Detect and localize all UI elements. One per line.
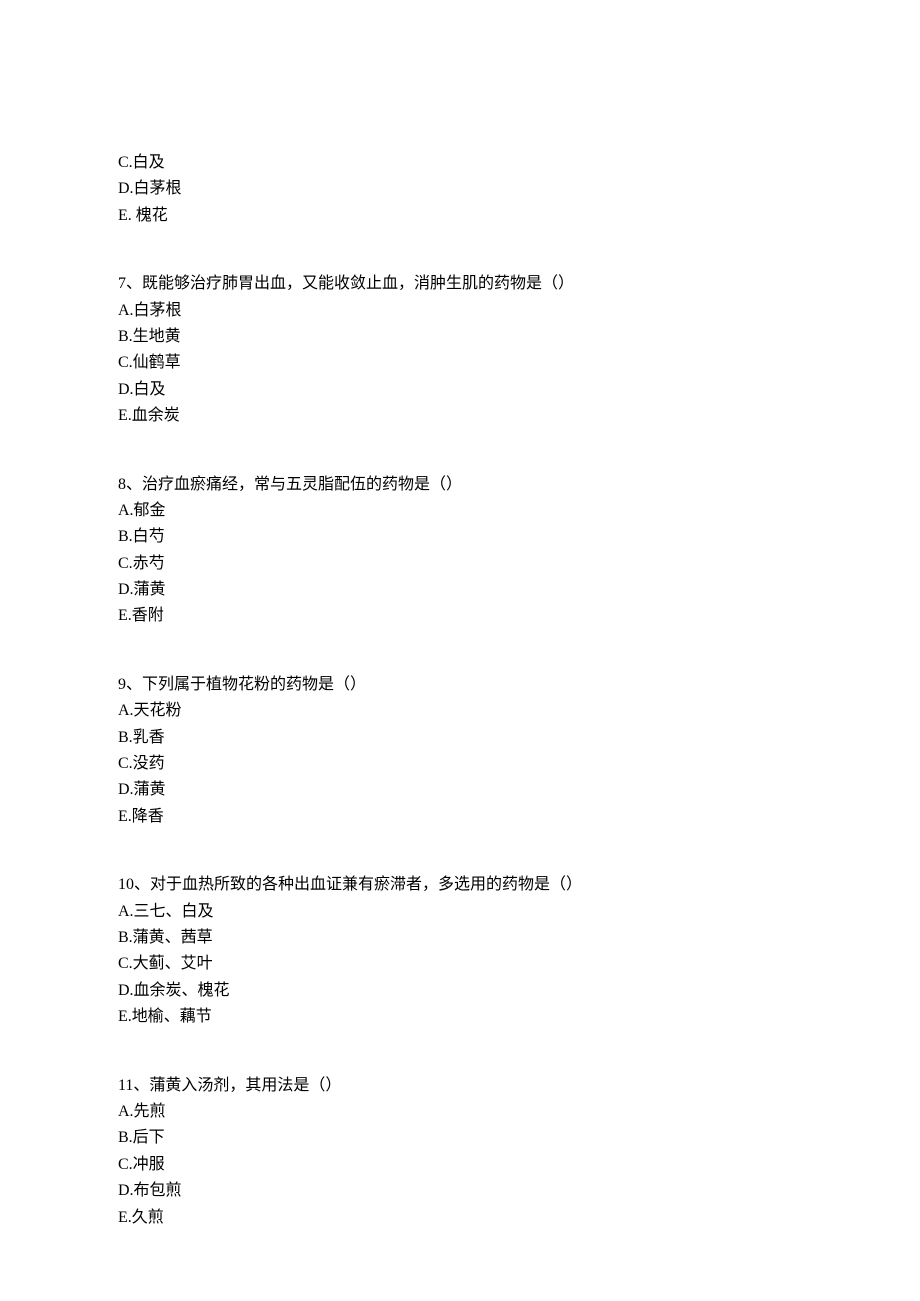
option-d: D.蒲黄: [118, 577, 802, 603]
option-c: C.冲服: [118, 1152, 802, 1178]
option-c: C.白及: [118, 150, 802, 176]
option-e: E.血余炭: [118, 403, 802, 429]
option-a: A.郁金: [118, 498, 802, 524]
residual-options-block: C.白及 D.白茅根 E. 槐花: [118, 150, 802, 229]
option-c: C.赤芍: [118, 551, 802, 577]
question-number: 8、: [118, 476, 142, 493]
question-prompt: 9、下列属于植物花粉的药物是（）: [118, 672, 802, 698]
option-a: A.三七、白及: [118, 899, 802, 925]
question-8: 8、治疗血瘀痛经，常与五灵脂配伍的药物是（） A.郁金 B.白芍 C.赤芍 D.…: [118, 472, 802, 630]
question-11: 11、蒲黄入汤剂，其用法是（） A.先煎 B.后下 C.冲服 D.布包煎 E.久…: [118, 1073, 802, 1231]
option-b: B.乳香: [118, 725, 802, 751]
question-text: 既能够治疗肺胃出血，又能收敛止血，消肿生肌的药物是（）: [142, 275, 574, 292]
option-a: A.先煎: [118, 1099, 802, 1125]
question-7: 7、既能够治疗肺胃出血，又能收敛止血，消肿生肌的药物是（） A.白茅根 B.生地…: [118, 271, 802, 429]
option-e: E.地榆、藕节: [118, 1004, 802, 1030]
option-c: C.没药: [118, 751, 802, 777]
option-d: D.蒲黄: [118, 777, 802, 803]
option-c: C.仙鹤草: [118, 350, 802, 376]
option-d: D.白及: [118, 377, 802, 403]
option-d: D.白茅根: [118, 176, 802, 202]
question-number: 7、: [118, 275, 142, 292]
option-a: A.天花粉: [118, 698, 802, 724]
question-text: 治疗血瘀痛经，常与五灵脂配伍的药物是（）: [142, 476, 462, 493]
option-b: B.后下: [118, 1125, 802, 1151]
question-text: 下列属于植物花粉的药物是（）: [142, 676, 366, 693]
option-e: E.久煎: [118, 1205, 802, 1231]
option-a: A.白茅根: [118, 298, 802, 324]
option-e: E.香附: [118, 603, 802, 629]
question-prompt: 11、蒲黄入汤剂，其用法是（）: [118, 1073, 802, 1099]
option-e: E.降香: [118, 804, 802, 830]
question-prompt: 10、对于血热所致的各种出血证兼有瘀滞者，多选用的药物是（）: [118, 872, 802, 898]
question-number: 9、: [118, 676, 142, 693]
option-b: B.白芍: [118, 524, 802, 550]
question-number: 11、: [118, 1077, 149, 1094]
option-e: E. 槐花: [118, 203, 802, 229]
option-c: C.大蓟、艾叶: [118, 951, 802, 977]
question-prompt: 8、治疗血瘀痛经，常与五灵脂配伍的药物是（）: [118, 472, 802, 498]
option-b: B.生地黄: [118, 324, 802, 350]
question-9: 9、下列属于植物花粉的药物是（） A.天花粉 B.乳香 C.没药 D.蒲黄 E.…: [118, 672, 802, 830]
option-b: B.蒲黄、茜草: [118, 925, 802, 951]
option-d: D.布包煎: [118, 1178, 802, 1204]
question-number: 10、: [118, 876, 150, 893]
option-d: D.血余炭、槐花: [118, 978, 802, 1004]
question-10: 10、对于血热所致的各种出血证兼有瘀滞者，多选用的药物是（） A.三七、白及 B…: [118, 872, 802, 1030]
question-prompt: 7、既能够治疗肺胃出血，又能收敛止血，消肿生肌的药物是（）: [118, 271, 802, 297]
question-text: 蒲黄入汤剂，其用法是（）: [149, 1077, 341, 1094]
question-text: 对于血热所致的各种出血证兼有瘀滞者，多选用的药物是（）: [150, 876, 582, 893]
